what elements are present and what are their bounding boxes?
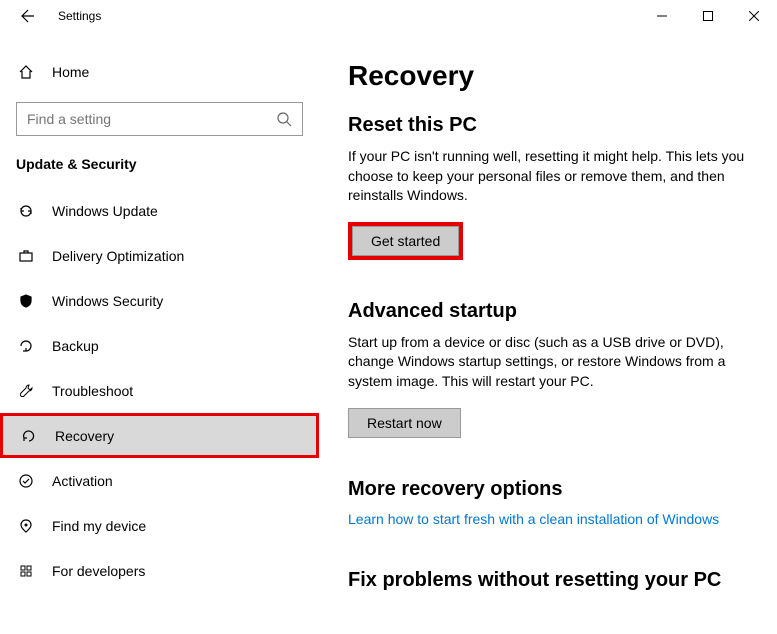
- get-started-button[interactable]: Get started: [352, 226, 459, 256]
- minimize-button[interactable]: [639, 0, 685, 32]
- fix-problems-section: Fix problems without resetting your PC: [348, 569, 749, 592]
- search-box[interactable]: [16, 102, 303, 136]
- minimize-icon: [657, 11, 667, 21]
- check-circle-icon: [16, 473, 36, 489]
- sidebar-item-backup[interactable]: Backup: [0, 323, 319, 368]
- sidebar-item-label: Backup: [52, 338, 99, 354]
- advanced-text: Start up from a device or disc (such as …: [348, 333, 748, 392]
- clean-install-link[interactable]: Learn how to start fresh with a clean in…: [348, 511, 719, 527]
- maximize-icon: [703, 11, 713, 21]
- window-controls: [639, 0, 777, 32]
- more-recovery-section: More recovery options Learn how to start…: [348, 478, 749, 529]
- wrench-icon: [16, 383, 36, 399]
- maximize-button[interactable]: [685, 0, 731, 32]
- sync-icon: [16, 203, 36, 219]
- home-nav[interactable]: Home: [0, 52, 319, 92]
- shield-icon: [16, 293, 36, 309]
- reset-text: If your PC isn't running well, resetting…: [348, 147, 748, 206]
- sidebar-item-windows-update[interactable]: Windows Update: [0, 188, 319, 233]
- more-title: More recovery options: [348, 478, 749, 501]
- window-title: Settings: [58, 9, 101, 23]
- reset-title: Reset this PC: [348, 114, 749, 137]
- page-title: Recovery: [348, 60, 749, 92]
- close-button[interactable]: [731, 0, 777, 32]
- sidebar-item-delivery-optimization[interactable]: Delivery Optimization: [0, 233, 319, 278]
- restart-now-button[interactable]: Restart now: [348, 408, 461, 438]
- sidebar-item-label: Recovery: [55, 428, 114, 444]
- sidebar-item-label: Windows Update: [52, 203, 158, 219]
- sidebar-item-label: For developers: [52, 563, 145, 579]
- search-input[interactable]: [27, 111, 276, 127]
- sidebar-item-for-developers[interactable]: For developers: [0, 548, 319, 593]
- sidebar: Home Update & Security Windows Update De…: [0, 32, 320, 634]
- location-icon: [16, 518, 36, 534]
- back-arrow-icon: [20, 8, 36, 24]
- backup-icon: [16, 338, 36, 354]
- sidebar-item-find-my-device[interactable]: Find my device: [0, 503, 319, 548]
- sidebar-item-label: Windows Security: [52, 293, 163, 309]
- advanced-title: Advanced startup: [348, 300, 749, 323]
- developers-icon: [16, 563, 36, 579]
- sidebar-item-activation[interactable]: Activation: [0, 458, 319, 503]
- close-icon: [749, 11, 759, 21]
- back-button[interactable]: [14, 2, 42, 30]
- advanced-section: Advanced startup Start up from a device …: [348, 300, 749, 438]
- delivery-icon: [16, 248, 36, 264]
- home-icon: [16, 64, 36, 80]
- fix-title: Fix problems without resetting your PC: [348, 569, 749, 592]
- sidebar-item-label: Find my device: [52, 518, 146, 534]
- home-label: Home: [52, 64, 89, 80]
- sidebar-item-recovery[interactable]: Recovery: [0, 413, 319, 458]
- content-area: Recovery Reset this PC If your PC isn't …: [320, 32, 777, 634]
- sidebar-item-label: Troubleshoot: [52, 383, 133, 399]
- recovery-icon: [19, 428, 39, 444]
- search-icon: [276, 111, 292, 127]
- sidebar-item-windows-security[interactable]: Windows Security: [0, 278, 319, 323]
- reset-section: Reset this PC If your PC isn't running w…: [348, 114, 749, 260]
- sidebar-item-label: Delivery Optimization: [52, 248, 184, 264]
- sidebar-item-label: Activation: [52, 473, 113, 489]
- category-header: Update & Security: [0, 152, 319, 188]
- sidebar-item-troubleshoot[interactable]: Troubleshoot: [0, 368, 319, 413]
